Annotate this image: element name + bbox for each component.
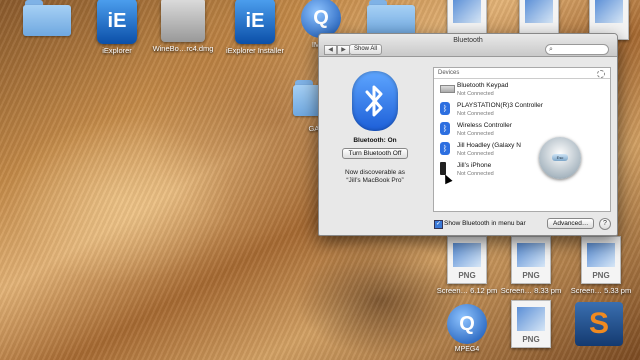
bluetooth-logo-icon [352,71,398,131]
desktop-mpeg4[interactable]: Q MPEG4 [436,304,498,353]
bluetooth-status-pane: Bluetooth: On Turn Bluetooth Off Now dis… [319,57,431,207]
search-icon: ⌕ [549,46,553,53]
desktop-icon-dmg[interactable]: WineBo…rc4.dmg [152,0,214,53]
devices-header: Devices [434,68,610,79]
iexplorer-app-icon: iE [97,0,137,44]
back-button[interactable]: ◀ [324,45,337,55]
disk-image-icon [161,0,205,42]
show-in-menubar-checkbox[interactable]: ✓ [434,220,443,229]
show-all-button[interactable]: Show All [349,44,383,55]
desktop-png-1[interactable]: PNG Screen… 6.12 pm [436,236,498,295]
desktop-png-3[interactable]: PNG Screen… 5.33 pm [570,236,632,295]
desktop-png-2[interactable]: PNG Screen… 8.33 pm [500,236,562,295]
bluetooth-preferences-window: Bluetooth ◀ ▶ Show All ⌕ Bluetooth: On T… [318,33,618,236]
bluetooth-status: Bluetooth: On [353,137,397,144]
list-item[interactable]: Jill’s iPhone Not Connected [434,159,610,179]
list-item[interactable]: Bluetooth Keypad Not Connected [434,79,610,99]
device-knob-icon: Esc [539,137,581,179]
desktop-icon-iexplorer[interactable]: iE iExplorer [86,0,148,55]
desktop-folder-2[interactable] [360,0,422,36]
desktop-app-s[interactable]: S [568,302,630,346]
discoverable-name: “Jill’s MacBook Pro” [346,177,404,184]
devices-list[interactable]: Devices Bluetooth Keypad Not Connected ᛒ… [433,67,611,212]
search-input[interactable]: ⌕ [545,44,609,55]
advanced-button[interactable]: Advanced… [547,218,595,229]
desktop-icon-iexplorer-installer[interactable]: iE iExplorer Installer [224,0,286,55]
window-titlebar: Bluetooth ◀ ▶ Show All ⌕ [319,34,617,57]
list-item[interactable]: ᛒ Jill Hoadley (Galaxy N Not Connected [434,139,610,159]
bluetooth-icon: ᛒ [440,142,450,155]
window-footer: ✓ Show Bluetooth in menu bar Advanced… ? [319,213,617,235]
turn-bluetooth-off-button[interactable]: Turn Bluetooth Off [341,148,409,159]
help-button[interactable]: ? [599,218,611,230]
installer-app-icon: iE [235,0,275,44]
list-item[interactable]: ᛒ PLAYSTATION(R)3 Controller Not Connect… [434,99,610,119]
bluetooth-icon: ᛒ [440,102,450,115]
list-item[interactable]: ᛒ Wireless Controller Not Connected [434,119,610,139]
discoverable-text: Now discoverable as [345,169,405,176]
spinner-icon [597,70,605,78]
desktop-png-4[interactable]: PNG [500,300,562,348]
window-title: Bluetooth [453,37,483,44]
desktop-folder[interactable] [16,0,78,36]
s-app-icon: S [575,302,623,346]
show-in-menubar-label: Show Bluetooth in menu bar [444,220,526,227]
bluetooth-icon: ᛒ [440,122,450,135]
keyboard-icon [440,85,455,93]
quicktime-icon: Q [447,304,487,344]
